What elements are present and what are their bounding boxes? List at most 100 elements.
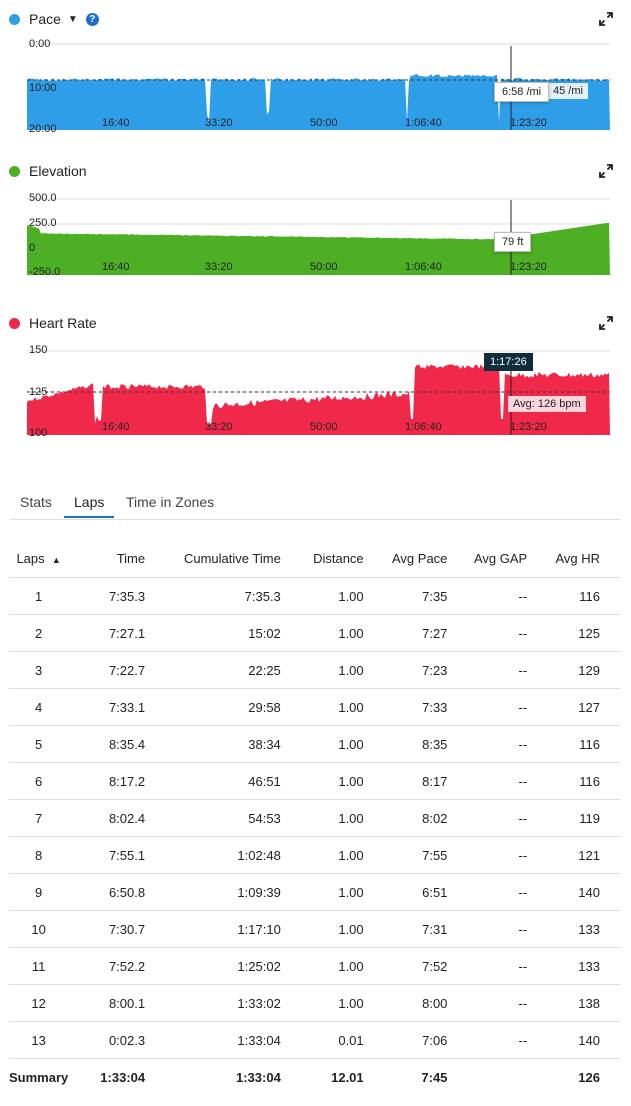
- pace-x-tick: 1:23:20: [510, 117, 547, 129]
- pace-x-tick: 16:40: [102, 117, 130, 129]
- summary-lap-avg-pace: 7:45: [363, 1058, 448, 1095]
- lap-time: 8:17.2: [68, 762, 146, 800]
- col-header-avg-pace[interactable]: Avg Pace: [364, 540, 447, 578]
- hr-x-tick: 1:23:20: [510, 421, 547, 433]
- table-row: 5 8:35.4 38:34 1.00 8:35 -- 116: [9, 725, 620, 763]
- lap-avg-hr: 127: [527, 688, 620, 726]
- hr-legend-label: Heart Rate: [29, 315, 97, 331]
- lap-number: 5: [9, 725, 69, 763]
- lap-avg-hr: 116: [527, 577, 620, 615]
- lap-avg-hr: 140: [527, 873, 620, 911]
- col-header-cumulative-time[interactable]: Cumulative Time: [145, 540, 281, 578]
- elevation-x-tick: 50:00: [310, 261, 338, 273]
- tab-bar: Stats Laps Time in Zones: [10, 486, 620, 520]
- summary-row: Summary 1:33:04 1:33:04 12.01 7:45 126: [9, 1058, 620, 1095]
- lap-distance: 1.00: [280, 651, 364, 689]
- lap-number: 6: [9, 762, 69, 800]
- lap-time: 0:02.3: [68, 1021, 146, 1059]
- lap-avg-hr: 133: [527, 910, 620, 948]
- lap-number: 3: [9, 651, 69, 689]
- hr-tooltip: 1:17:26: [484, 353, 533, 371]
- lap-cumulative-time: 29:58: [145, 688, 281, 726]
- table-row: 4 7:33.1 29:58 1.00 7:33 -- 127: [9, 688, 620, 726]
- pace-y-tick: 10:00: [29, 82, 57, 94]
- elevation-y-tick: 250.0: [29, 217, 57, 229]
- summary-lap-number: Summary: [9, 1058, 69, 1095]
- expand-icon[interactable]: [599, 164, 613, 178]
- expand-icon[interactable]: [599, 12, 613, 26]
- lap-distance: 1.00: [280, 984, 364, 1022]
- pace-y-tick: 20:00: [29, 123, 57, 135]
- laps-table: Laps ▲ Time Cumulative Time Distance Avg…: [9, 540, 620, 1095]
- lap-avg-hr: 125: [527, 614, 620, 652]
- summary-lap-avg-hr: 126: [527, 1058, 620, 1095]
- lap-number: 13: [9, 1021, 69, 1059]
- elevation-legend-dot: [9, 165, 20, 177]
- lap-avg-pace: 7:27: [363, 614, 448, 652]
- lap-avg-gap: --: [447, 873, 528, 911]
- lap-number: 1: [9, 577, 69, 615]
- lap-avg-gap: --: [447, 947, 528, 985]
- hr-chart-header: Heart Rate: [9, 313, 97, 333]
- lap-avg-hr: 129: [527, 651, 620, 689]
- elevation-chart[interactable]: 500.0 250.0 0 -250.0 16:40 33:20 50:00 1…: [0, 187, 631, 287]
- lap-distance: 1.00: [280, 873, 364, 911]
- chevron-down-icon[interactable]: ▼: [68, 14, 78, 25]
- elevation-y-tick: -250.0: [29, 266, 60, 278]
- hr-y-tick: 100: [29, 427, 47, 439]
- lap-time: 7:55.1: [68, 836, 146, 874]
- lap-avg-pace: 8:17: [363, 762, 448, 800]
- col-header-laps[interactable]: Laps ▲: [9, 540, 68, 578]
- tab-stats[interactable]: Stats: [20, 494, 52, 510]
- lap-avg-hr: 116: [527, 725, 620, 763]
- help-icon[interactable]: ?: [85, 12, 99, 26]
- elevation-y-tick: 500.0: [29, 192, 57, 204]
- lap-avg-gap: --: [447, 614, 528, 652]
- pace-tooltip: 6:58 /mi: [494, 82, 550, 102]
- hr-chart[interactable]: 150 125 100 16:40 33:20 50:00 1:06:40 1:…: [0, 339, 631, 439]
- pace-legend-label: Pace: [29, 11, 61, 27]
- lap-avg-pace: 7:06: [363, 1021, 448, 1059]
- lap-avg-hr: 133: [527, 947, 620, 985]
- lap-avg-gap: --: [447, 984, 528, 1022]
- lap-cumulative-time: 15:02: [145, 614, 281, 652]
- expand-icon[interactable]: [599, 316, 613, 330]
- lap-distance: 1.00: [280, 910, 364, 948]
- lap-time: 8:00.1: [68, 984, 146, 1022]
- summary-lap-distance: 12.01: [280, 1058, 364, 1095]
- summary-lap-cumulative-time: 1:33:04: [145, 1058, 281, 1095]
- lap-avg-gap: --: [447, 910, 528, 948]
- lap-avg-pace: 7:31: [363, 910, 448, 948]
- pace-x-tick: 33:20: [205, 117, 233, 129]
- hr-y-tick: 150: [29, 344, 47, 356]
- lap-cumulative-time: 54:53: [145, 799, 281, 837]
- col-header-time[interactable]: Time: [68, 540, 145, 578]
- summary-lap-avg-gap: [447, 1058, 528, 1095]
- lap-avg-pace: 8:02: [363, 799, 448, 837]
- col-header-avg-hr[interactable]: Avg HR: [527, 540, 620, 578]
- table-row: 10 7:30.7 1:17:10 1.00 7:31 -- 133: [9, 910, 620, 948]
- elevation-chart-header: Elevation: [9, 161, 87, 181]
- lap-cumulative-time: 38:34: [145, 725, 281, 763]
- elevation-x-tick: 33:20: [205, 261, 233, 273]
- lap-avg-hr: 140: [527, 1021, 620, 1059]
- elevation-y-tick: 0: [29, 242, 35, 254]
- col-header-avg-gap[interactable]: Avg GAP: [447, 540, 527, 578]
- lap-time: 7:35.3: [68, 577, 146, 615]
- tab-laps[interactable]: Laps: [74, 494, 104, 510]
- lap-avg-pace: 6:51: [363, 873, 448, 911]
- pace-chart-header: Pace ▼ ?: [9, 9, 99, 29]
- lap-distance: 1.00: [280, 725, 364, 763]
- hr-legend-dot: [9, 317, 20, 329]
- lap-number: 7: [9, 799, 69, 837]
- col-header-distance[interactable]: Distance: [281, 540, 364, 578]
- tab-time-in-zones[interactable]: Time in Zones: [126, 494, 214, 510]
- lap-time: 7:27.1: [68, 614, 146, 652]
- hr-x-tick: 16:40: [102, 421, 130, 433]
- pace-legend-dot: [9, 13, 20, 25]
- hr-x-tick: 1:06:40: [405, 421, 442, 433]
- lap-avg-pace: 7:35: [363, 577, 448, 615]
- pace-chart[interactable]: 0:00 10:00 20:00 16:40 33:20 50:00 1:06:…: [0, 35, 631, 135]
- lap-number: 9: [9, 873, 69, 911]
- table-header-row: Laps ▲ Time Cumulative Time Distance Avg…: [9, 540, 620, 578]
